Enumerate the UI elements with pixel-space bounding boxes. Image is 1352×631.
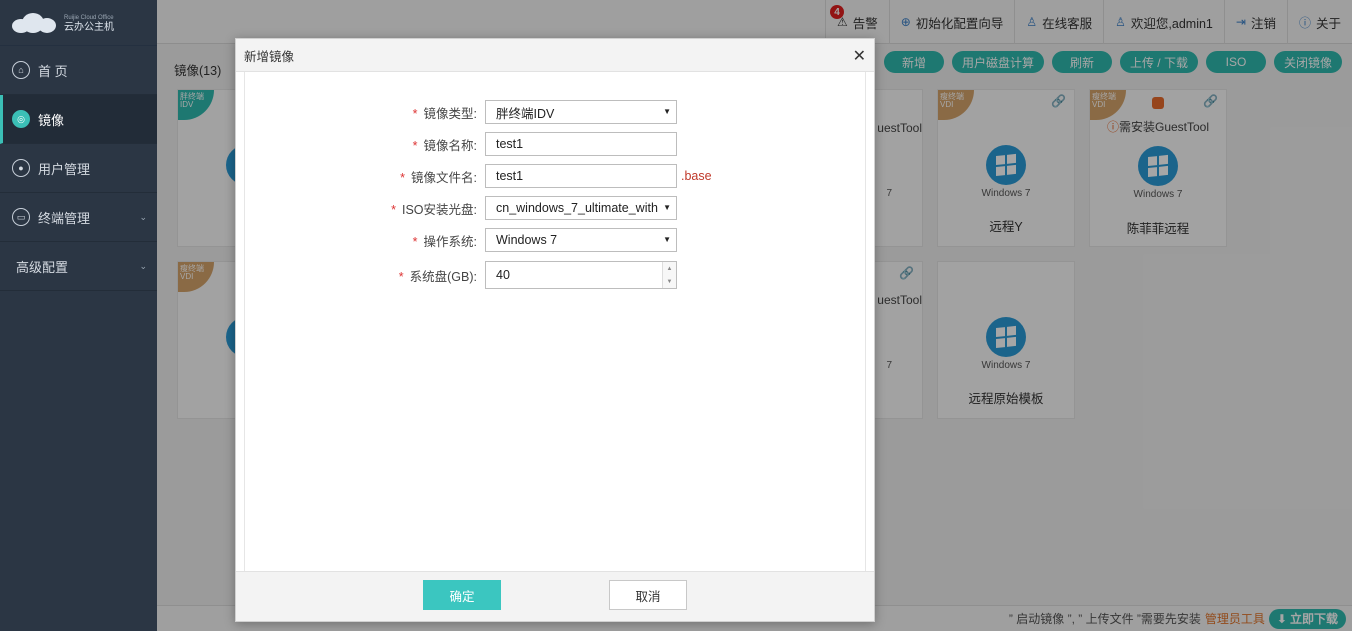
image-filename-input[interactable]: test1 (485, 164, 677, 188)
home-icon: ⌂ (12, 61, 30, 79)
required-mark: * (398, 269, 404, 284)
confirm-button[interactable]: 确定 (423, 580, 501, 610)
chevron-down-icon[interactable]: ▼ (667, 279, 673, 285)
required-mark: * (412, 138, 418, 153)
chevron-down-icon: ⌄ (139, 260, 147, 271)
terminal-icon: ▭ (12, 208, 30, 226)
sidebar-item-advanced[interactable]: 高级配置 ⌄ (0, 242, 157, 291)
form-row-image-type: * 镜像类型: 胖终端IDV (245, 100, 677, 124)
iso-disc-select[interactable]: cn_windows_7_ultimate_with (485, 196, 677, 220)
dialog-title: 新增镜像 (244, 49, 295, 64)
image-type-select[interactable]: 胖终端IDV (485, 100, 677, 124)
field-label: 镜像名称: (423, 138, 477, 153)
sidebar-item-label: 高级配置 (16, 259, 69, 275)
required-mark: * (391, 202, 396, 217)
filename-suffix: .base (681, 169, 712, 183)
form-row-iso: * ISO安装光盘: cn_windows_7_ultimate_with (245, 196, 677, 220)
sidebar-item-image[interactable]: ◎ 镜像 (0, 95, 157, 144)
sidebar-item-label: 首 页 (38, 63, 68, 79)
sidebar-item-home[interactable]: ⌂ 首 页 (0, 46, 157, 95)
sidebar-item-users[interactable]: ● 用户管理 (0, 144, 157, 193)
required-mark: * (412, 234, 418, 249)
cancel-button[interactable]: 取消 (609, 580, 687, 610)
field-label: 系统盘(GB): (409, 269, 477, 284)
close-icon[interactable]: ✕ (853, 46, 866, 66)
field-label: 操作系统: (423, 234, 477, 249)
dialog-footer: 确定 取消 (236, 571, 874, 621)
sidebar-item-label: 用户管理 (38, 161, 91, 177)
logo: Ruijie Cloud Office 云办公主机 (0, 0, 157, 46)
sidebar-item-label: 终端管理 (38, 210, 91, 226)
chevron-up-icon[interactable]: ▲ (667, 266, 673, 272)
sidebar-item-label: 镜像 (38, 112, 65, 128)
image-icon: ◎ (12, 110, 30, 128)
system-disk-stepper[interactable]: 40 ▲ ▼ (485, 261, 677, 289)
field-label: 镜像类型: (423, 106, 477, 121)
field-label: 镜像文件名: (411, 170, 477, 185)
stepper-arrows[interactable]: ▲ ▼ (662, 262, 676, 288)
form-row-image-filename: * 镜像文件名: test1 .base (245, 164, 712, 188)
image-name-input[interactable]: test1 (485, 132, 677, 156)
form-row-system-disk: * 系统盘(GB): 40 ▲ ▼ (245, 261, 677, 289)
sidebar: Ruijie Cloud Office 云办公主机 ⌂ 首 页 ◎ 镜像 ● 用… (0, 0, 157, 631)
cloud-logo-icon (12, 12, 58, 33)
dialog-body: * 镜像类型: 胖终端IDV * 镜像名称: test1 * 镜像文件名: test1… (244, 72, 866, 572)
system-disk-value: 40 (496, 268, 510, 282)
chevron-down-icon: ⌄ (139, 211, 147, 222)
add-image-dialog: 新增镜像 ✕ * 镜像类型: 胖终端IDV * 镜像名称: test1 * 镜像文件名… (235, 38, 875, 622)
user-icon: ● (12, 159, 30, 177)
required-mark: * (412, 106, 418, 121)
logo-name: 云办公主机 (64, 21, 114, 33)
required-mark: * (400, 170, 406, 185)
form-row-os: * 操作系统: Windows 7 (245, 228, 677, 252)
field-label: ISO安装光盘: (401, 202, 477, 217)
sidebar-item-terminals[interactable]: ▭ 终端管理 ⌄ (0, 193, 157, 242)
form-row-image-name: * 镜像名称: test1 (245, 132, 677, 156)
os-select[interactable]: Windows 7 (485, 228, 677, 252)
